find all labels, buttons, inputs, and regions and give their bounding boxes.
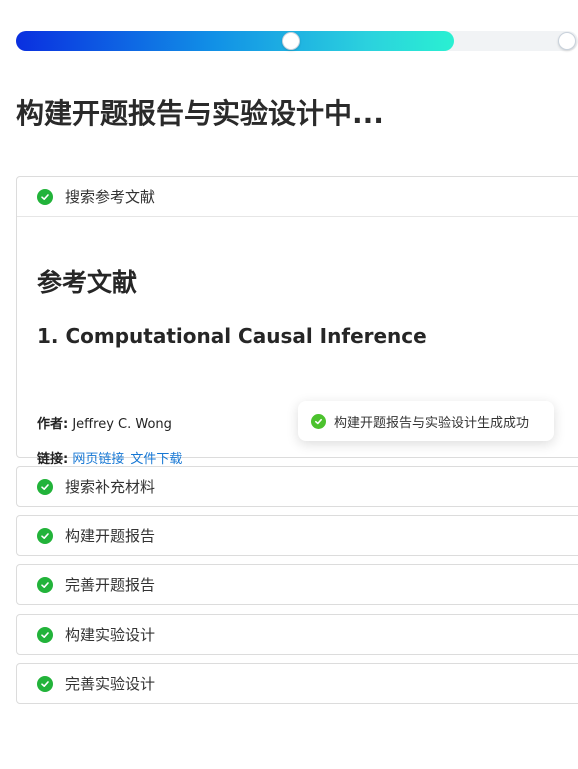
step-header[interactable]: 构建实验设计 (17, 615, 578, 654)
step-header[interactable]: 完善实验设计 (17, 664, 578, 703)
step-label: 完善实验设计 (65, 675, 156, 693)
step-refine-experiment[interactable]: 完善实验设计 (16, 663, 578, 704)
check-circle-icon (37, 188, 53, 205)
step-label: 搜索参考文献 (65, 188, 156, 206)
step-refine-proposal[interactable]: 完善开题报告 (16, 564, 578, 605)
step-header[interactable]: 完善开题报告 (17, 565, 578, 604)
page-title: 构建开题报告与实验设计中... (16, 97, 384, 130)
step-header[interactable]: 构建开题报告 (17, 516, 578, 555)
success-toast: 构建开题报告与实验设计生成成功 (298, 401, 554, 441)
step-search-supplementary[interactable]: 搜索补充材料 (16, 466, 578, 507)
author-label: 作者: (37, 417, 69, 432)
reference-links-line: 链接: 网页链接 文件下载 (37, 448, 188, 467)
reference-title: 1. Computational Causal Inference (37, 324, 427, 348)
check-circle-icon (37, 675, 53, 692)
progress-fill (16, 31, 455, 51)
check-circle-icon (37, 576, 53, 593)
web-link[interactable]: 网页链接 (72, 452, 124, 467)
check-circle-icon (37, 626, 53, 643)
step-label: 完善开题报告 (65, 576, 156, 594)
check-circle-icon (37, 527, 53, 544)
reference-author-line: 作者: Jeffrey C. Wong (37, 413, 172, 432)
toast-message: 构建开题报告与实验设计生成成功 (334, 415, 530, 431)
file-download-link[interactable]: 文件下载 (130, 452, 182, 467)
progress-bar (16, 31, 578, 51)
step-header[interactable]: 搜索补充材料 (17, 467, 578, 506)
step-build-proposal[interactable]: 构建开题报告 (16, 515, 578, 556)
step-label: 搜索补充材料 (65, 478, 156, 496)
step-label: 构建实验设计 (65, 626, 156, 644)
check-circle-icon (37, 478, 53, 495)
links-label: 链接: (37, 452, 69, 467)
check-circle-icon (311, 413, 326, 429)
progress-thumb-end[interactable] (557, 32, 576, 50)
references-heading: 参考文献 (37, 268, 138, 297)
step-build-experiment[interactable]: 构建实验设计 (16, 614, 578, 655)
step-label: 构建开题报告 (65, 527, 156, 545)
author-name: Jeffrey C. Wong (72, 417, 172, 432)
step-header[interactable]: 搜索参考文献 (17, 177, 578, 216)
